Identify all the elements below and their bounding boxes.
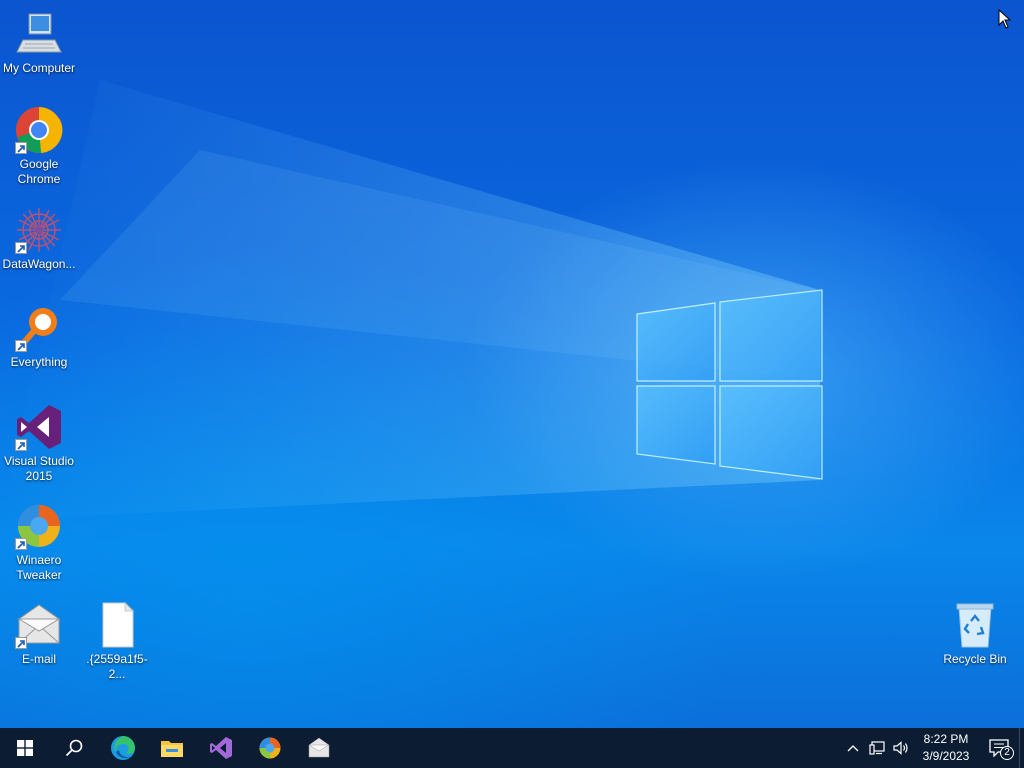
taskbar-visual-studio-button[interactable] [196, 728, 245, 768]
shortcut-arrow-icon [15, 142, 27, 154]
desktop-icon-google-chrome[interactable]: Google Chrome [0, 106, 78, 187]
show-desktop-button[interactable] [1019, 728, 1024, 768]
desktop-icon-label: Visual Studio 2015 [4, 454, 74, 483]
notification-count-badge: 2 [1000, 746, 1014, 760]
recycle-bin-icon [951, 601, 999, 649]
email-envelope-icon [15, 601, 63, 649]
system-tray: 8:22 PM 3/9/2023 2 [841, 728, 1024, 768]
desktop-icon-email[interactable]: E-mail [0, 601, 78, 667]
show-hidden-icons-button[interactable] [841, 728, 865, 768]
speaker-volume-icon [893, 741, 908, 755]
clock-date: 3/9/2023 [922, 749, 970, 763]
search-icon [65, 739, 82, 757]
network-icon [869, 741, 885, 755]
action-center-button[interactable]: 2 [979, 728, 1019, 768]
winaero-tweaker-icon [259, 737, 280, 759]
datawagon-icon [15, 206, 63, 254]
file-explorer-icon [160, 741, 183, 757]
desktop-icon-datawagon[interactable]: DataWagon... [0, 206, 78, 272]
start-button[interactable] [0, 728, 49, 768]
desktop-icon-everything[interactable]: Everything [0, 304, 78, 370]
desktop-icon-label: My Computer [2, 61, 76, 75]
desktop-icon-label: E-mail [21, 652, 56, 666]
desktop-icon-file[interactable]: .{2559a1f5-2... [78, 601, 156, 682]
winaero-tweaker-icon [15, 502, 63, 550]
start-windows-icon [16, 740, 33, 756]
desktop-icon-label: Google Chrome [17, 157, 61, 186]
visual-studio-icon [209, 737, 232, 759]
desktop-icon-visual-studio[interactable]: Visual Studio 2015 [0, 403, 78, 484]
desktop-icon-label: .{2559a1f5-2... [86, 652, 148, 681]
desktop-icon-label: Winaero Tweaker [16, 553, 62, 582]
shortcut-arrow-icon [15, 637, 27, 649]
clock-time: 8:22 PM [923, 732, 969, 746]
email-icon [307, 737, 330, 758]
desktop-icon-recycle-bin[interactable]: Recycle Bin [936, 601, 1014, 667]
chrome-icon [15, 106, 63, 154]
taskbar-winaero-tweaker-button[interactable] [245, 728, 294, 768]
desktop-icon-winaero-tweaker[interactable]: Winaero Tweaker [0, 502, 78, 583]
taskbar-email-button[interactable] [294, 728, 343, 768]
everything-search-icon [15, 304, 63, 352]
network-button[interactable] [865, 728, 889, 768]
shortcut-arrow-icon [15, 340, 27, 352]
shortcut-arrow-icon [15, 242, 27, 254]
edge-icon [110, 736, 135, 760]
desktop-icon-label: DataWagon... [2, 257, 76, 271]
computer-icon [15, 10, 63, 58]
taskbar: 8:22 PM 3/9/2023 2 [0, 728, 1024, 768]
taskbar-file-explorer-button[interactable] [147, 728, 196, 768]
search-button[interactable] [49, 728, 98, 768]
desktop-icon-my-computer[interactable]: My Computer [0, 10, 78, 76]
shortcut-arrow-icon [15, 439, 27, 451]
visual-studio-icon [15, 403, 63, 451]
desktop-icon-label: Recycle Bin [943, 652, 1007, 666]
taskbar-edge-button[interactable] [98, 728, 147, 768]
volume-button[interactable] [889, 728, 913, 768]
desktop-icon-label: Everything [10, 355, 68, 369]
shortcut-arrow-icon [15, 538, 27, 550]
blank-file-icon [93, 601, 141, 649]
taskbar-clock[interactable]: 8:22 PM 3/9/2023 [913, 728, 979, 768]
chevron-up-icon [847, 745, 859, 752]
mouse-cursor-icon [998, 9, 1012, 29]
